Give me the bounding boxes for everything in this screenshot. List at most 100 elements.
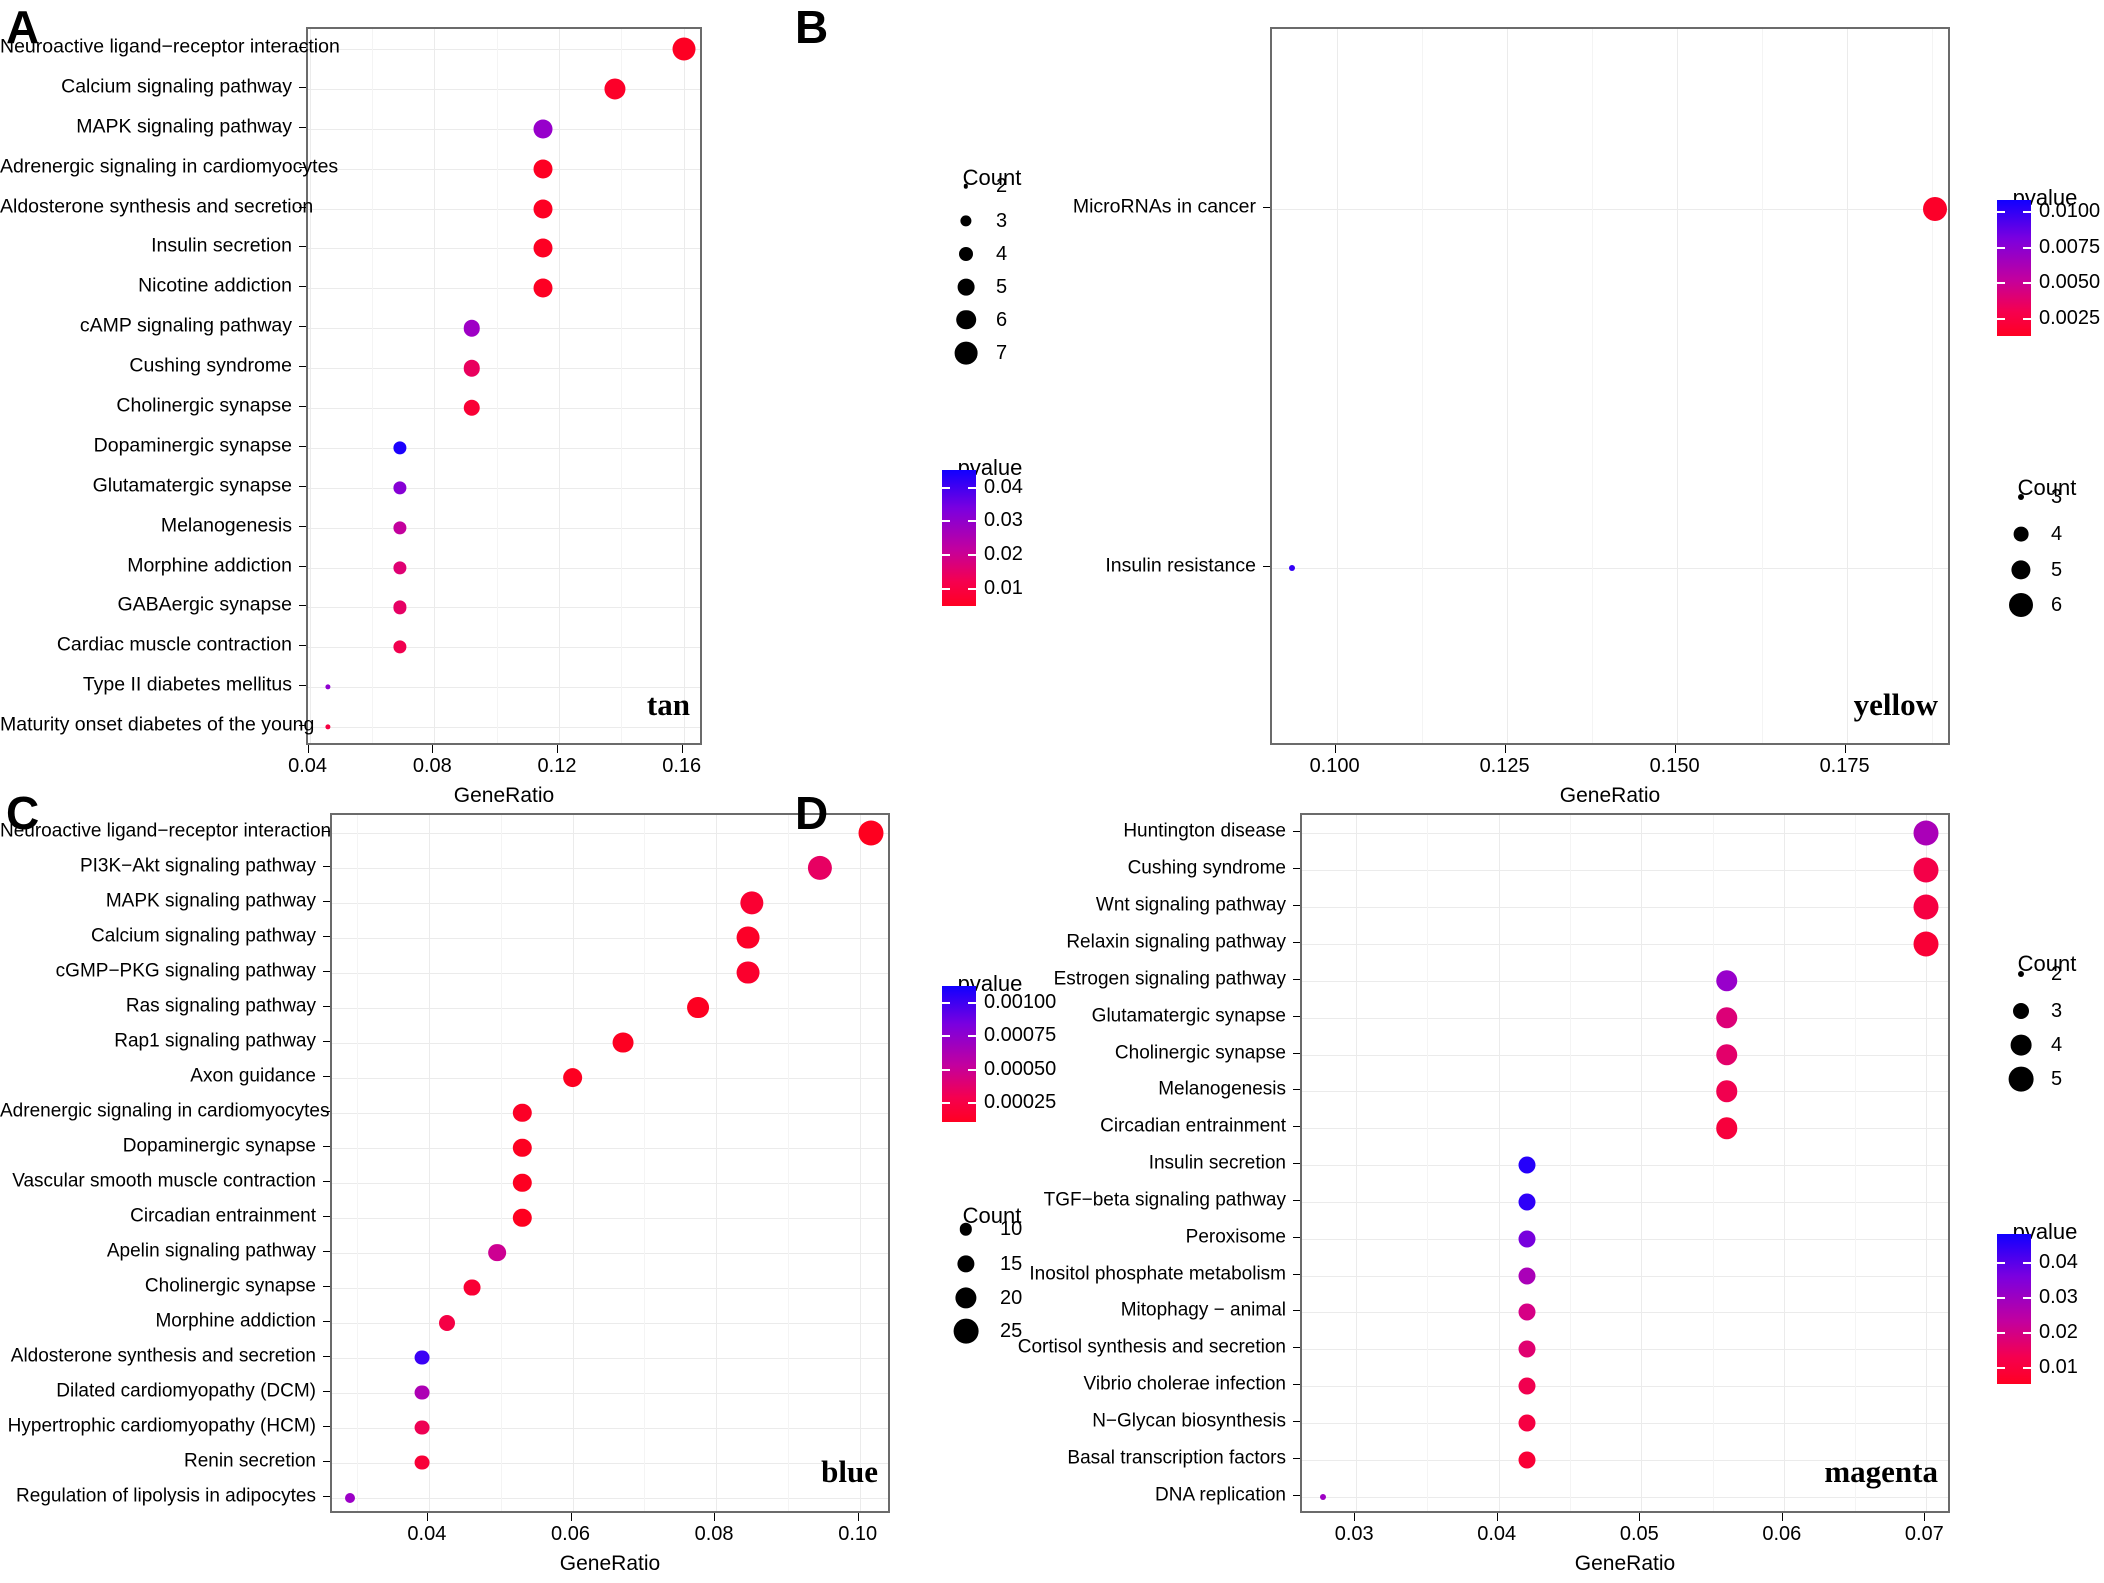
data-point [1913,894,1939,920]
data-point [1518,1193,1536,1211]
colorbar-tick-label: 0.04 [2039,1250,2078,1273]
data-point [1320,1493,1327,1500]
y-axis-label: Vibrio cholerae infection [1083,1373,1286,1395]
gridline-vertical-major [1641,815,1643,1511]
y-axis-tick [1293,1347,1300,1349]
gridline-horizontal [1302,1017,1948,1019]
panel-d: Dmagenta Huntington disease Cushing syndro… [0,0,2104,1583]
pvalue-colorbar [1997,1234,2031,1384]
gridline-horizontal [1302,1386,1948,1388]
legend-size-swatch [2013,1003,2029,1019]
y-axis-label: Cortisol synthesis and secretion [1017,1336,1286,1358]
colorbar-tick [2023,1331,2031,1334]
colorbar-tick [1997,1261,2005,1264]
y-axis-tick [1293,978,1300,980]
y-axis-tick [1293,1384,1300,1386]
y-axis-label: Wnt signaling pathway [1095,894,1286,916]
gridline-horizontal [1302,833,1948,835]
plot-area-d [1300,813,1950,1513]
y-axis-label: Mitophagy − animal [1120,1299,1286,1321]
y-axis-label: Glutamatergic synapse [1091,1005,1286,1027]
y-axis-tick [1293,1236,1300,1238]
y-axis-tick [1293,1494,1300,1496]
legend-size-label: 3 [2051,1000,2063,1022]
y-axis-label: Huntington disease [1123,820,1286,842]
y-axis-tick [1293,1163,1300,1164]
data-point [1716,1043,1738,1066]
data-point [1518,1156,1536,1174]
gridline-horizontal [1302,1054,1948,1056]
y-axis-tick [1293,1089,1300,1091]
y-axis-label: Peroxisome [1185,1226,1286,1248]
gridline-horizontal [1302,870,1948,872]
gridline-horizontal [1302,1091,1948,1093]
gridline-horizontal [1302,943,1948,945]
x-axis-tick-label: 0.07 [1904,1523,1944,1545]
x-axis-tick-label: 0.03 [1334,1523,1374,1545]
y-axis-label: Circadian entrainment [1100,1115,1286,1137]
y-axis-tick [1293,1420,1300,1422]
gridline-vertical-major [1498,815,1500,1511]
gridline-vertical-minor [1570,815,1571,1511]
y-axis-label: Inositol phosphate metabolism [1029,1263,1286,1284]
legend-size-label: 2 [2051,963,2063,985]
kegg-dotplot-figure: Atan Neuroactive ligand−receptor interact… [0,0,2104,1583]
legend-size-label: 4 [2051,1034,2063,1057]
gridline-horizontal [1302,1422,1948,1424]
y-axis-tick [1293,1273,1300,1275]
data-point [1518,1377,1536,1395]
gridline-vertical-minor [1855,815,1857,1511]
gridline-horizontal [1302,1275,1948,1277]
y-axis-tick [1293,1310,1300,1312]
y-axis-label: Estrogen signaling pathway [1053,968,1286,990]
y-axis-tick [1293,1015,1300,1017]
x-axis-tick-label: 0.05 [1619,1523,1659,1545]
data-point [1518,1303,1536,1321]
gridline-horizontal [1302,980,1948,982]
data-point [1716,970,1738,992]
gridline-horizontal [1302,1128,1948,1130]
colorbar-tick [1997,1296,2005,1299]
y-axis-tick [1293,1457,1300,1459]
y-axis-tick [1293,1052,1300,1054]
data-point [1913,820,1939,846]
y-axis-label: Basal transcription factors [1067,1447,1286,1469]
x-axis-title: GeneRatio [1574,1552,1676,1575]
colorbar-tick [1997,1331,2005,1334]
gridline-horizontal [1302,1165,1948,1166]
gridline-horizontal [1302,1349,1948,1351]
x-axis-tick-label: 0.06 [1762,1523,1802,1545]
legend-size-swatch [2008,1066,2034,1092]
data-point [1518,1267,1536,1284]
y-axis-tick [1293,831,1300,833]
colorbar-tick [1997,1366,2005,1369]
x-axis-tick [1781,1513,1783,1521]
gridline-vertical-major [1356,815,1358,1511]
data-point [1716,1117,1738,1139]
y-axis-tick [1293,905,1300,907]
data-point [1716,1080,1738,1103]
data-point [1518,1414,1536,1432]
y-axis-label: Cushing syndrome [1127,857,1286,879]
legend-title-count: Count [2017,951,2077,976]
y-axis-label: Melanogenesis [1158,1078,1286,1100]
gridline-vertical-minor [1712,815,1714,1511]
y-axis-tick [1293,941,1300,943]
legend-size-swatch [2010,1034,2032,1056]
y-axis-label: TGF−beta signaling pathway [1043,1189,1286,1211]
data-point [1913,931,1939,957]
colorbar-tick-label: 0.03 [2039,1285,2078,1308]
colorbar-tick-label: 0.01 [2039,1355,2078,1378]
x-axis-tick [1496,1513,1498,1521]
gridline-horizontal [1302,1238,1948,1240]
y-axis-label: Insulin secretion [1148,1152,1286,1174]
y-axis-label: N−Glycan biosynthesis [1092,1410,1286,1432]
colorbar-tick [2023,1296,2031,1299]
data-point [1518,1340,1536,1358]
legend-size-label: 5 [2051,1068,2063,1091]
data-point [1716,1006,1738,1029]
y-axis-label: Cholinergic synapse [1114,1042,1286,1063]
data-point [1913,857,1939,883]
module-tag-magenta: magenta [1824,1454,1938,1489]
colorbar-tick [2023,1366,2031,1369]
